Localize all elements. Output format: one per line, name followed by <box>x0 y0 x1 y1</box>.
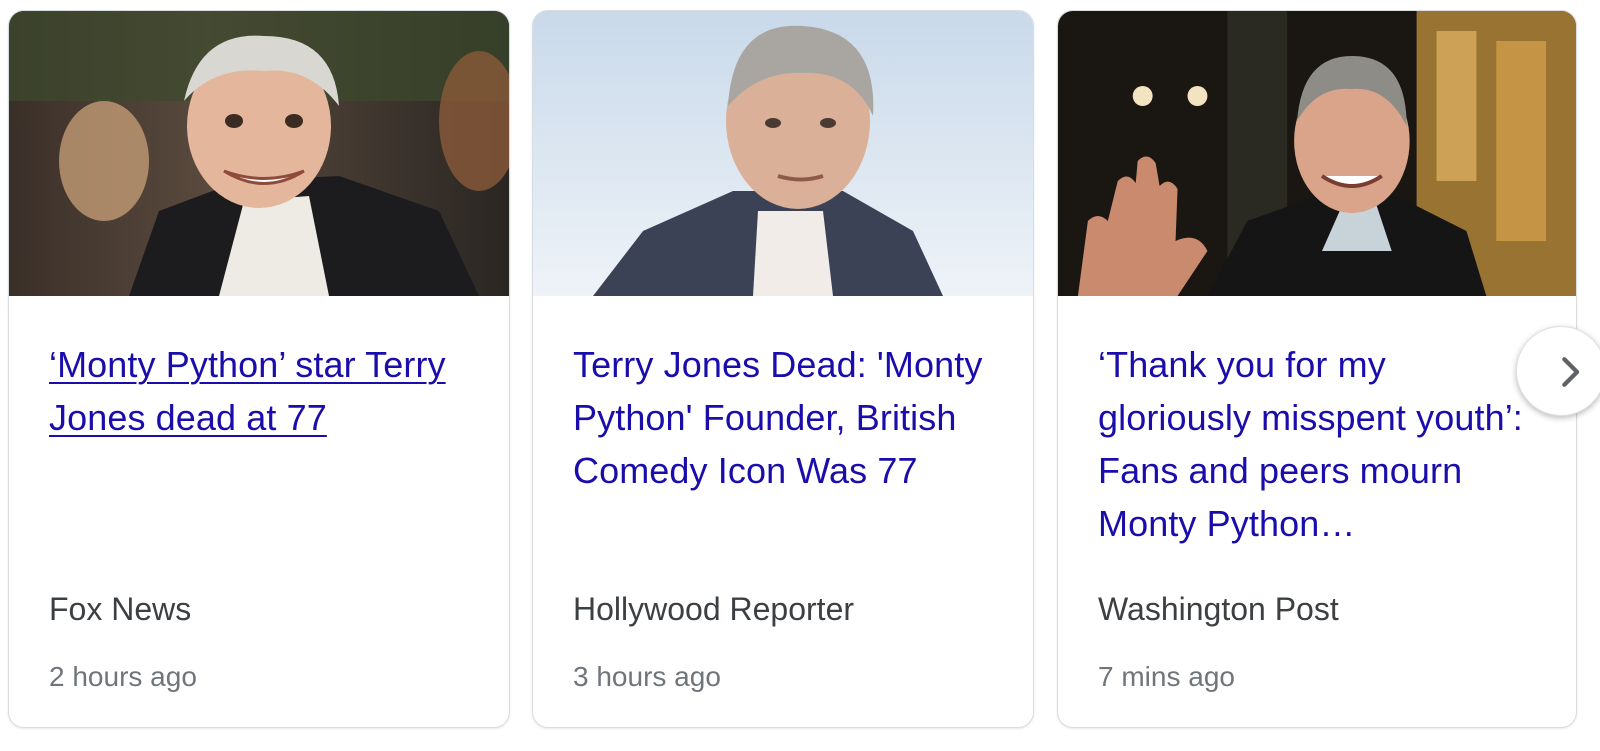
news-thumbnail[interactable] <box>9 11 509 296</box>
news-photo-icon <box>1058 11 1576 296</box>
news-card[interactable]: ‘Thank you for my gloriously misspent yo… <box>1057 10 1577 728</box>
headline-link[interactable]: Terry Jones Dead: 'Monty Python' Founder… <box>573 338 997 497</box>
headline-text[interactable]: ‘Thank you for my gloriously misspent yo… <box>1098 338 1540 550</box>
timestamp: 7 mins ago <box>1098 661 1235 692</box>
news-card[interactable]: ‘Monty Python’ star Terry Jones dead at … <box>8 10 510 728</box>
news-carousel: ‘Monty Python’ star Terry Jones dead at … <box>0 0 1600 751</box>
source-name: Washington Post <box>1098 591 1339 627</box>
news-thumbnail[interactable] <box>1058 11 1576 296</box>
timestamp: 3 hours ago <box>573 661 721 692</box>
headline-link[interactable]: ‘Monty Python’ star Terry Jones dead at … <box>49 338 473 444</box>
news-photo-icon <box>533 11 1033 296</box>
source-name: Hollywood Reporter <box>573 591 855 627</box>
headline-link[interactable]: ‘Thank you for my gloriously misspent yo… <box>1098 338 1540 550</box>
headline-text[interactable]: Terry Jones Dead: 'Monty Python' Founder… <box>573 338 997 497</box>
news-thumbnail[interactable] <box>533 11 1033 296</box>
news-card[interactable]: Terry Jones Dead: 'Monty Python' Founder… <box>532 10 1034 728</box>
news-photo-icon <box>9 11 509 296</box>
headline-text[interactable]: ‘Monty Python’ star Terry Jones dead at … <box>49 338 473 444</box>
carousel-next-button[interactable] <box>1516 326 1600 416</box>
timestamp: 2 hours ago <box>49 661 197 692</box>
source-name: Fox News <box>49 591 192 627</box>
chevron-right-icon <box>1562 357 1580 387</box>
